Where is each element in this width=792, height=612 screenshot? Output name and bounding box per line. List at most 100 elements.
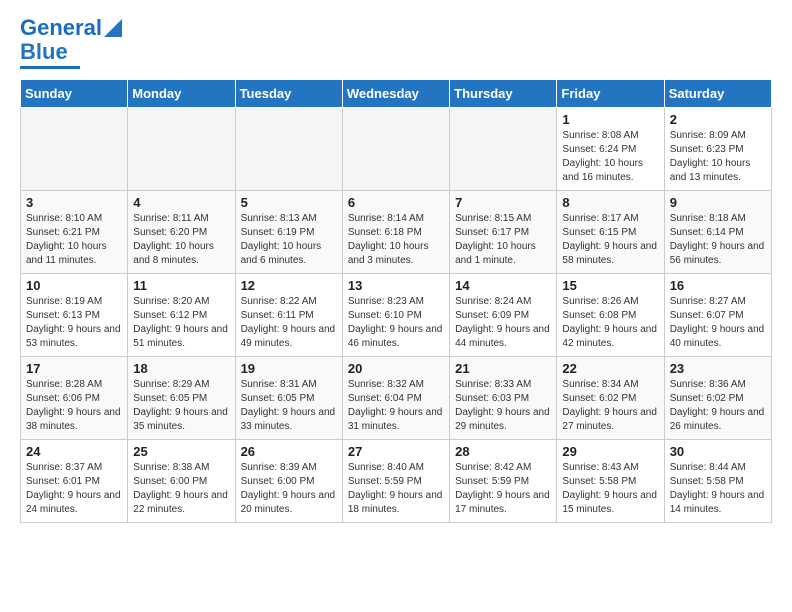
- day-info: Sunrise: 8:18 AMSunset: 6:14 PMDaylight:…: [670, 212, 766, 268]
- day-number: 17: [26, 361, 122, 376]
- calendar-cell: 15 Sunrise: 8:26 AMSunset: 6:08 PMDayligh…: [557, 274, 664, 357]
- day-info: Sunrise: 8:44 AMSunset: 5:58 PMDaylight:…: [670, 461, 766, 517]
- day-number: 12: [241, 278, 337, 293]
- day-info: Sunrise: 8:17 AMSunset: 6:15 PMDaylight:…: [562, 212, 658, 268]
- calendar-cell: 19Sunrise: 8:31 AMSunset: 6:05 PMDayligh…: [235, 357, 342, 440]
- calendar-cell: 1Sunrise: 8:08 AMSunset: 6:24 PMDaylight…: [557, 108, 664, 191]
- calendar-cell: [342, 108, 449, 191]
- day-info: Sunrise: 8:38 AMSunset: 6:00 PMDaylight:…: [133, 461, 229, 517]
- calendar-cell: 29 Sunrise: 8:43 AMSunset: 5:58 PMDayligh…: [557, 440, 664, 523]
- day-info: Sunrise: 8:09 AMSunset: 6:23 PMDaylight:…: [670, 129, 766, 185]
- day-info: Sunrise: 8:15 AMSunset: 6:17 PMDaylight:…: [455, 212, 551, 268]
- logo-text-blue: Blue: [20, 40, 68, 64]
- day-number: 23: [670, 361, 766, 376]
- day-info: Sunrise: 8:32 AMSunset: 6:04 PMDaylight:…: [348, 378, 444, 434]
- calendar-week-row: 17 Sunrise: 8:28 AMSunset: 6:06 PMDayligh…: [21, 357, 772, 440]
- calendar-week-row: 3 Sunrise: 8:10 AMSunset: 6:21 PMDaylight…: [21, 191, 772, 274]
- day-info: Sunrise: 8:14 AMSunset: 6:18 PMDaylight:…: [348, 212, 444, 268]
- day-info: Sunrise: 8:31 AMSunset: 6:05 PMDaylight:…: [241, 378, 337, 434]
- calendar-cell: 11 Sunrise: 8:20 AMSunset: 6:12 PMDayligh…: [128, 274, 235, 357]
- day-info: Sunrise: 8:37 AMSunset: 6:01 PMDaylight:…: [26, 461, 122, 517]
- weekday-header-monday: Monday: [128, 80, 235, 108]
- day-number: 26: [241, 444, 337, 459]
- calendar-cell: 30 Sunrise: 8:44 AMSunset: 5:58 PMDayligh…: [664, 440, 771, 523]
- day-info: Sunrise: 8:22 AMSunset: 6:11 PMDaylight:…: [241, 295, 337, 351]
- calendar-cell: [450, 108, 557, 191]
- calendar-cell: 2 Sunrise: 8:09 AMSunset: 6:23 PMDaylight…: [664, 108, 771, 191]
- calendar-cell: 17 Sunrise: 8:28 AMSunset: 6:06 PMDayligh…: [21, 357, 128, 440]
- day-info: Sunrise: 8:42 AMSunset: 5:59 PMDaylight:…: [455, 461, 551, 517]
- day-number: 25: [133, 444, 229, 459]
- day-number: 11: [133, 278, 229, 293]
- day-number: 18: [133, 361, 229, 376]
- logo-bird-icon: [104, 19, 122, 37]
- calendar-cell: 21 Sunrise: 8:33 AMSunset: 6:03 PMDayligh…: [450, 357, 557, 440]
- calendar-cell: [21, 108, 128, 191]
- calendar-cell: 27 Sunrise: 8:40 AMSunset: 5:59 PMDayligh…: [342, 440, 449, 523]
- calendar-cell: 13 Sunrise: 8:23 AMSunset: 6:10 PMDayligh…: [342, 274, 449, 357]
- calendar-cell: 22 Sunrise: 8:34 AMSunset: 6:02 PMDayligh…: [557, 357, 664, 440]
- logo-underline: [20, 66, 80, 69]
- day-info: Sunrise: 8:28 AMSunset: 6:06 PMDaylight:…: [26, 378, 122, 434]
- calendar-week-row: 10Sunrise: 8:19 AMSunset: 6:13 PMDayligh…: [21, 274, 772, 357]
- calendar-cell: 8 Sunrise: 8:17 AMSunset: 6:15 PMDaylight…: [557, 191, 664, 274]
- calendar-cell: [235, 108, 342, 191]
- calendar-cell: 6 Sunrise: 8:14 AMSunset: 6:18 PMDaylight…: [342, 191, 449, 274]
- calendar-cell: 28 Sunrise: 8:42 AMSunset: 5:59 PMDayligh…: [450, 440, 557, 523]
- calendar-cell: 16Sunrise: 8:27 AMSunset: 6:07 PMDayligh…: [664, 274, 771, 357]
- calendar-cell: 12 Sunrise: 8:22 AMSunset: 6:11 PMDayligh…: [235, 274, 342, 357]
- day-number: 29: [562, 444, 658, 459]
- calendar-cell: 7 Sunrise: 8:15 AMSunset: 6:17 PMDaylight…: [450, 191, 557, 274]
- day-number: 24: [26, 444, 122, 459]
- day-number: 3: [26, 195, 122, 210]
- day-number: 10: [26, 278, 122, 293]
- day-info: Sunrise: 8:36 AMSunset: 6:02 PMDaylight:…: [670, 378, 766, 434]
- calendar: SundayMondayTuesdayWednesdayThursdayFrid…: [20, 79, 772, 523]
- day-number: 2: [670, 112, 766, 127]
- day-number: 6: [348, 195, 444, 210]
- calendar-cell: 25 Sunrise: 8:38 AMSunset: 6:00 PMDayligh…: [128, 440, 235, 523]
- day-info: Sunrise: 8:39 AMSunset: 6:00 PMDaylight:…: [241, 461, 337, 517]
- day-number: 30: [670, 444, 766, 459]
- day-number: 8: [562, 195, 658, 210]
- calendar-cell: 4 Sunrise: 8:11 AMSunset: 6:20 PMDaylight…: [128, 191, 235, 274]
- day-number: 28: [455, 444, 551, 459]
- day-info: Sunrise: 8:20 AMSunset: 6:12 PMDaylight:…: [133, 295, 229, 351]
- day-info: Sunrise: 8:33 AMSunset: 6:03 PMDaylight:…: [455, 378, 551, 434]
- day-info: Sunrise: 8:43 AMSunset: 5:58 PMDaylight:…: [562, 461, 658, 517]
- weekday-header-thursday: Thursday: [450, 80, 557, 108]
- day-info: Sunrise: 8:27 AMSunset: 6:07 PMDaylight:…: [670, 295, 766, 351]
- calendar-cell: 23 Sunrise: 8:36 AMSunset: 6:02 PMDayligh…: [664, 357, 771, 440]
- day-number: 27: [348, 444, 444, 459]
- page: General Blue SundayMondayTuesdayWednesda…: [0, 0, 792, 543]
- calendar-cell: [128, 108, 235, 191]
- day-number: 15: [562, 278, 658, 293]
- calendar-week-row: 24 Sunrise: 8:37 AMSunset: 6:01 PMDayligh…: [21, 440, 772, 523]
- day-number: 14: [455, 278, 551, 293]
- day-info: Sunrise: 8:24 AMSunset: 6:09 PMDaylight:…: [455, 295, 551, 351]
- calendar-cell: 26 Sunrise: 8:39 AMSunset: 6:00 PMDayligh…: [235, 440, 342, 523]
- day-info: Sunrise: 8:11 AMSunset: 6:20 PMDaylight:…: [133, 212, 229, 268]
- weekday-header-saturday: Saturday: [664, 80, 771, 108]
- calendar-cell: 5Sunrise: 8:13 AMSunset: 6:19 PMDaylight…: [235, 191, 342, 274]
- day-info: Sunrise: 8:10 AMSunset: 6:21 PMDaylight:…: [26, 212, 122, 268]
- day-number: 21: [455, 361, 551, 376]
- weekday-header-tuesday: Tuesday: [235, 80, 342, 108]
- day-number: 4: [133, 195, 229, 210]
- weekday-header-row: SundayMondayTuesdayWednesdayThursdayFrid…: [21, 80, 772, 108]
- header: General Blue: [20, 16, 772, 69]
- logo-text: General: [20, 16, 102, 40]
- day-info: Sunrise: 8:26 AMSunset: 6:08 PMDaylight:…: [562, 295, 658, 351]
- day-number: 13: [348, 278, 444, 293]
- day-number: 22: [562, 361, 658, 376]
- calendar-cell: 9 Sunrise: 8:18 AMSunset: 6:14 PMDaylight…: [664, 191, 771, 274]
- day-number: 9: [670, 195, 766, 210]
- day-info: Sunrise: 8:23 AMSunset: 6:10 PMDaylight:…: [348, 295, 444, 351]
- day-info: Sunrise: 8:40 AMSunset: 5:59 PMDaylight:…: [348, 461, 444, 517]
- day-number: 1: [562, 112, 658, 127]
- day-info: Sunrise: 8:34 AMSunset: 6:02 PMDaylight:…: [562, 378, 658, 434]
- weekday-header-sunday: Sunday: [21, 80, 128, 108]
- day-number: 7: [455, 195, 551, 210]
- calendar-cell: 18Sunrise: 8:29 AMSunset: 6:05 PMDayligh…: [128, 357, 235, 440]
- day-info: Sunrise: 8:13 AMSunset: 6:19 PMDaylight:…: [241, 212, 337, 268]
